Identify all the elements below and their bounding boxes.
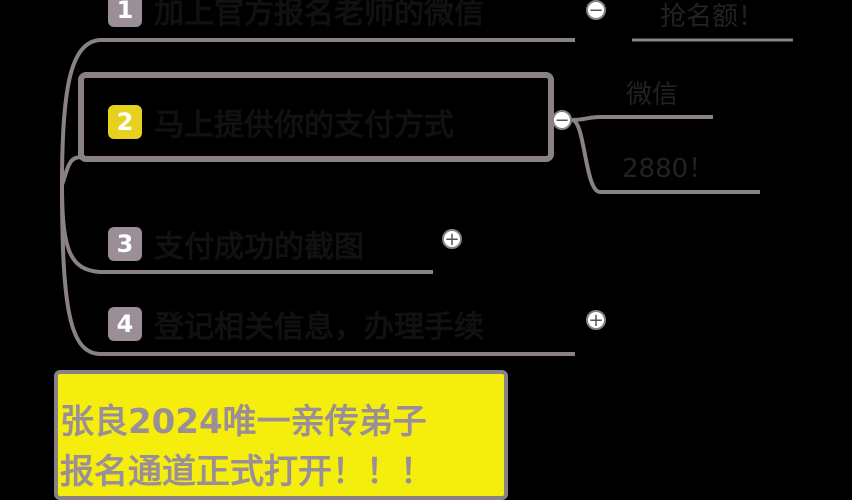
node-label: 支付成功的截图: [154, 230, 364, 265]
mindmap-node-1[interactable]: 1 加上官方报名老师的微信: [108, 0, 484, 32]
node-number-badge: 2: [108, 105, 142, 139]
mindmap-node-2[interactable]: 2 马上提供你的支付方式: [108, 100, 454, 144]
banner-line-1: 张良2024唯一亲传弟子: [60, 402, 427, 442]
mindmap-node-3[interactable]: 3 支付成功的截图: [108, 222, 364, 266]
connector-child-wechat: [571, 115, 713, 122]
expand-toggle-icon[interactable]: +: [586, 310, 606, 330]
child-node-quota[interactable]: 抢名额！: [660, 0, 764, 33]
banner-line-2: 报名通道正式打开！！！: [60, 452, 434, 492]
child-node-wechat[interactable]: 微信: [626, 74, 678, 111]
promo-banner: 张良2024唯一亲传弟子 报名通道正式打开！！！: [54, 370, 508, 500]
collapse-toggle-icon[interactable]: −: [552, 110, 572, 130]
node-number-badge: 1: [108, 0, 142, 27]
mindmap-node-4[interactable]: 4 登记相关信息，办理手续: [108, 302, 484, 346]
node-number-badge: 3: [108, 227, 142, 261]
node-label: 加上官方报名老师的微信: [154, 0, 484, 31]
node-number-badge: 4: [108, 307, 142, 341]
expand-toggle-icon[interactable]: +: [442, 229, 462, 249]
child-node-price[interactable]: 2880！: [622, 148, 714, 185]
node-label: 马上提供你的支付方式: [154, 108, 454, 143]
node-label: 登记相关信息，办理手续: [154, 310, 484, 345]
collapse-toggle-icon[interactable]: −: [586, 0, 606, 20]
